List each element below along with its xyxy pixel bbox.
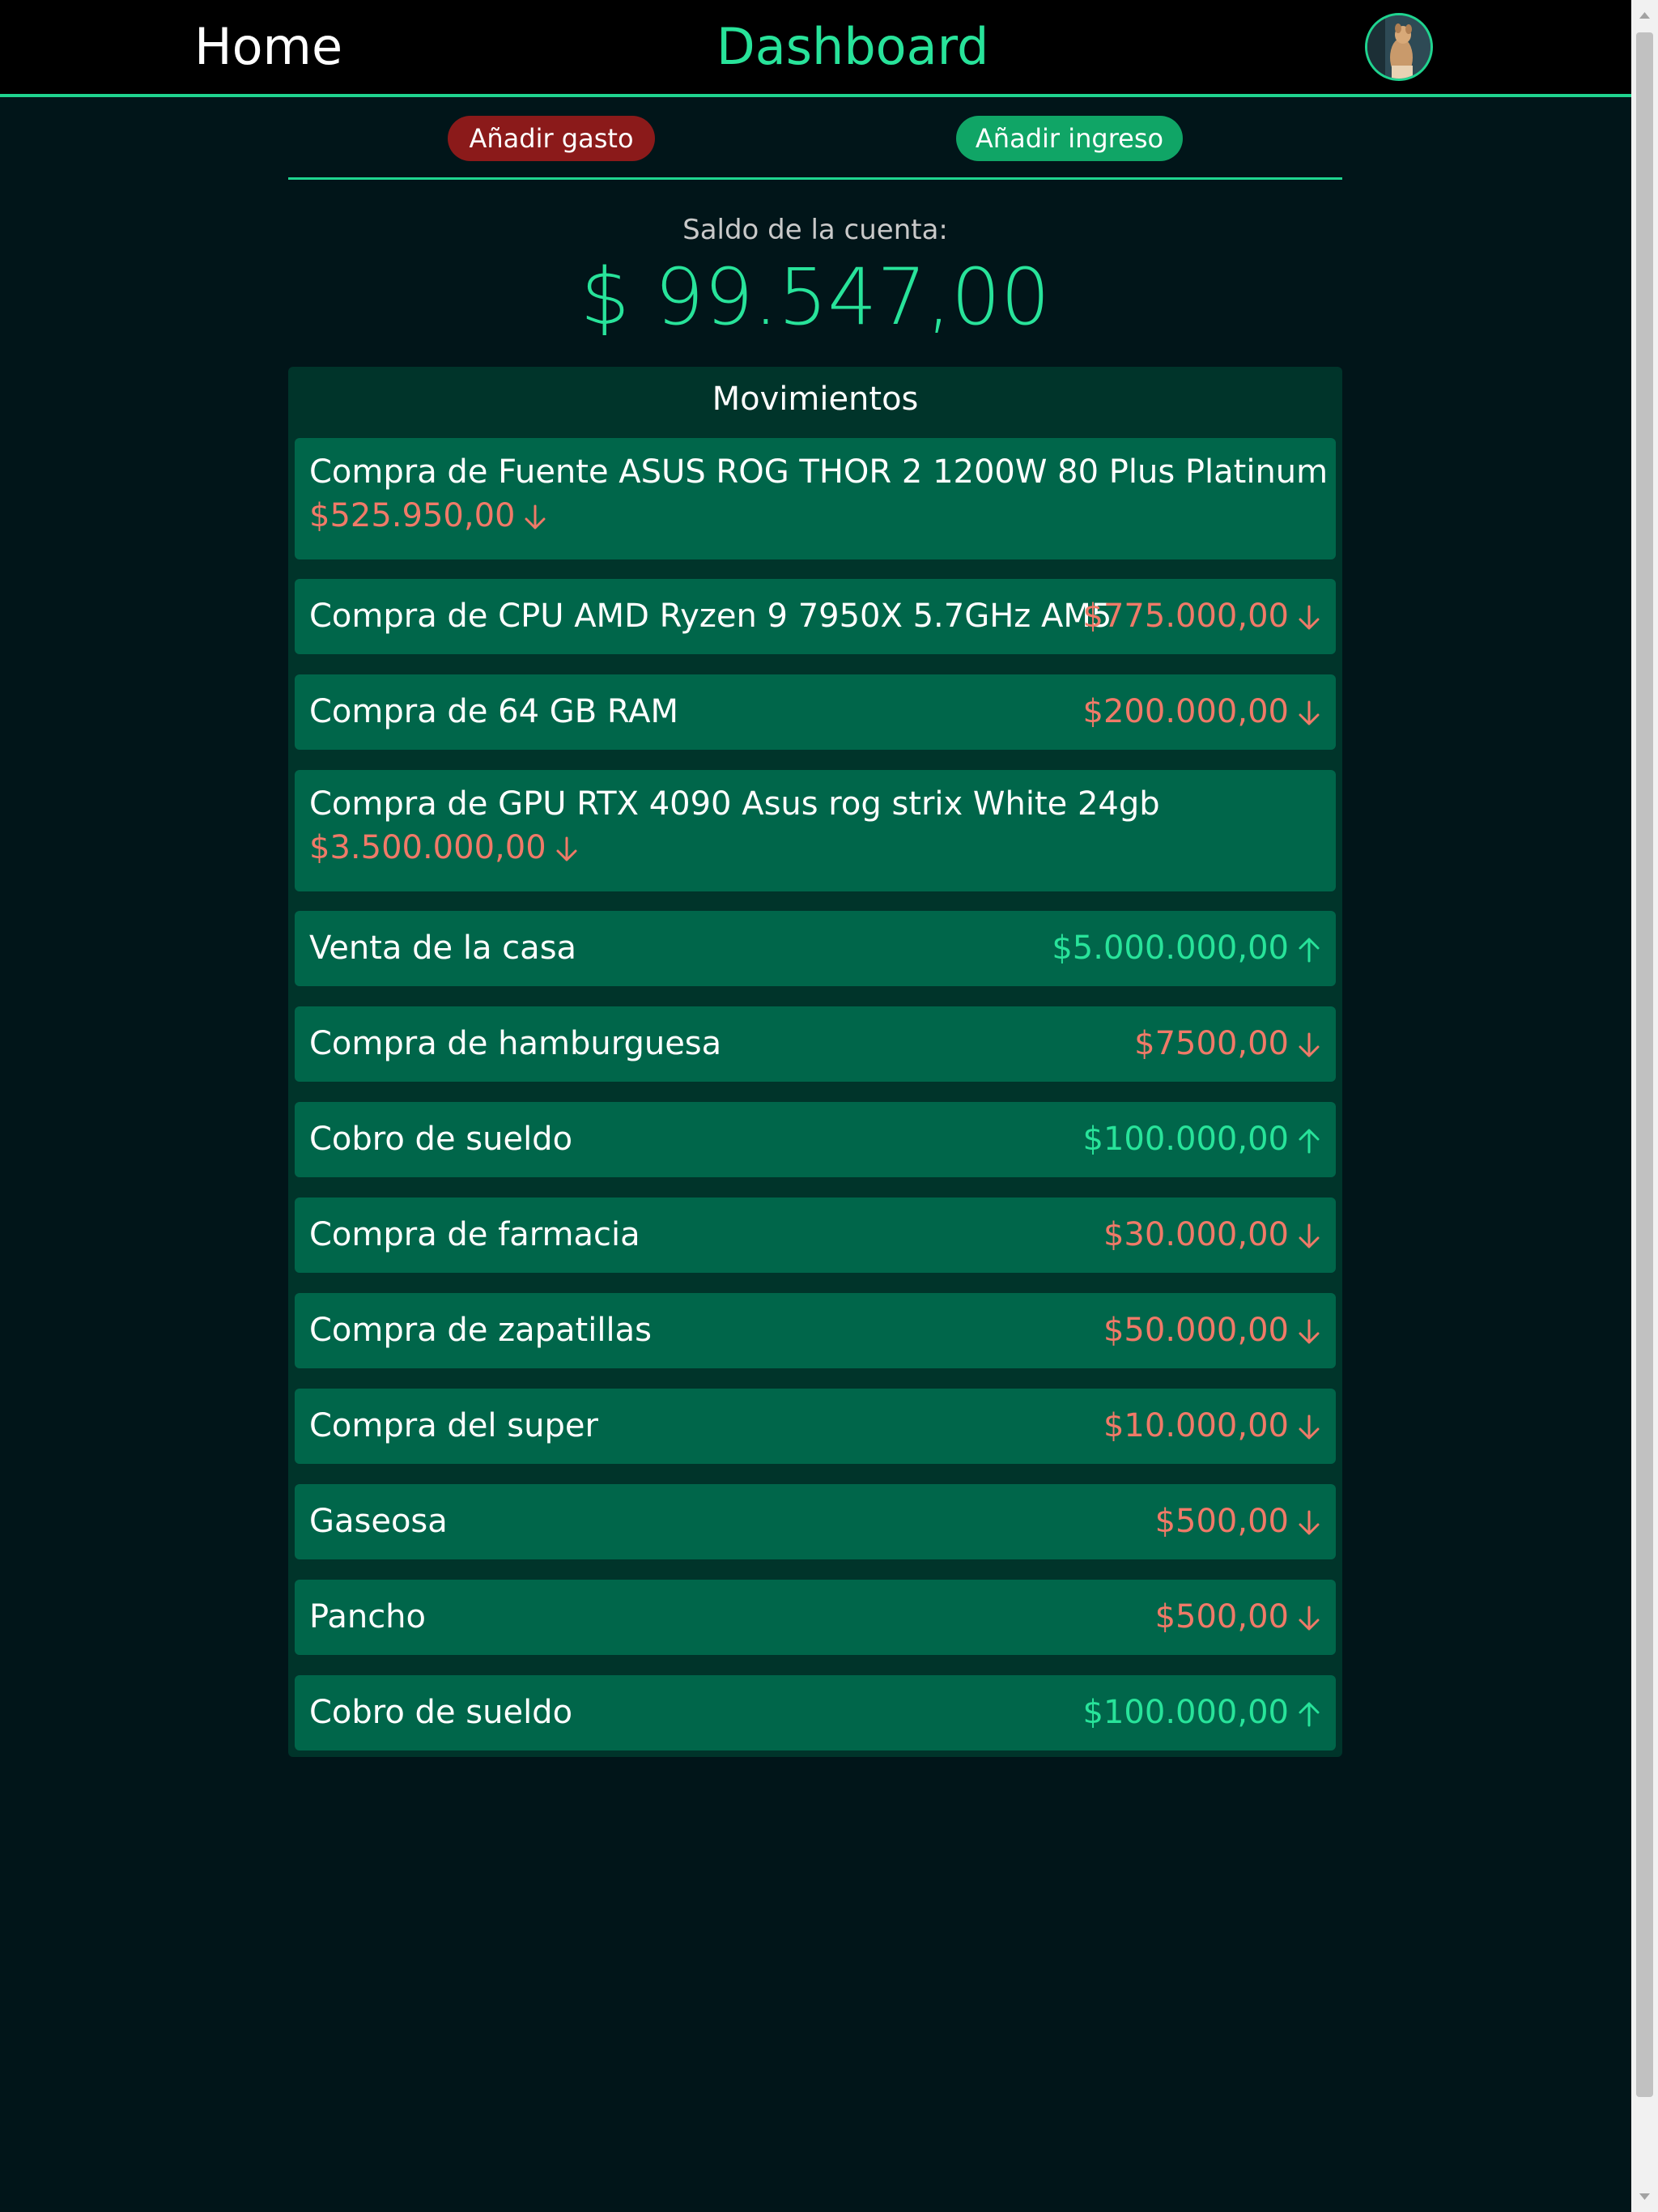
page: Home Dashboard Añadir gasto Añadir ingre… — [0, 0, 1658, 2212]
movements-title: Movimientos — [712, 381, 919, 418]
movement-row[interactable]: Cobro de sueldo $100.000,00 — [295, 1102, 1336, 1177]
movement-description: Cobro de sueldo — [309, 1694, 573, 1731]
user-avatar[interactable] — [1365, 13, 1433, 81]
movement-amount: $5.000.000,00 — [1052, 925, 1321, 971]
movement-row[interactable]: Venta de la casa $5.000.000,00 — [295, 911, 1336, 986]
avatar-dog-photo — [1367, 15, 1431, 79]
arrow-down-icon — [555, 836, 579, 863]
arrow-down-icon — [1297, 1509, 1321, 1537]
arrow-down-icon — [1297, 1032, 1321, 1059]
movement-row[interactable]: Compra de Fuente ASUS ROG THOR 2 1200W 8… — [295, 438, 1336, 559]
movement-amount: $200.000,00 — [1083, 689, 1321, 734]
movement-description: Gaseosa — [309, 1503, 448, 1540]
scroll-thumb[interactable] — [1636, 32, 1653, 2097]
add-income-button[interactable]: Añadir ingreso — [956, 116, 1183, 161]
movement-amount: $100.000,00 — [1083, 1117, 1321, 1162]
add-expense-button[interactable]: Añadir gasto — [448, 116, 655, 161]
movement-row[interactable]: Compra del super $10.000,00 — [295, 1389, 1336, 1464]
scroll-up-icon[interactable] — [1631, 3, 1658, 28]
top-navbar: Home Dashboard — [0, 0, 1631, 97]
movement-row[interactable]: Pancho $500,00 — [295, 1580, 1336, 1655]
arrow-down-icon — [523, 504, 547, 531]
movement-row[interactable]: Compra de CPU AMD Ryzen 9 7950X 5.7GHz A… — [295, 579, 1336, 654]
balance-amount: $ 99.547,00 — [580, 252, 1051, 342]
movement-description: Pancho — [309, 1598, 427, 1636]
arrow-down-icon — [1297, 1414, 1321, 1441]
arrow-down-icon — [1297, 700, 1321, 727]
arrow-down-icon — [1297, 1605, 1321, 1632]
movement-description: Cobro de sueldo — [309, 1121, 573, 1158]
movement-row[interactable]: Compra de GPU RTX 4090 Asus rog strix Wh… — [295, 770, 1336, 891]
movement-row[interactable]: Cobro de sueldo $100.000,00 — [295, 1675, 1336, 1750]
arrow-down-icon — [1297, 604, 1321, 632]
arrow-up-icon — [1297, 1127, 1321, 1155]
nav-home-link[interactable]: Home — [194, 15, 342, 79]
movement-description: Compra de hamburguesa — [309, 1025, 722, 1062]
movement-row[interactable]: Gaseosa $500,00 — [295, 1484, 1336, 1559]
movement-description: Compra de GPU RTX 4090 Asus rog strix Wh… — [309, 785, 1160, 823]
movement-amount: $100.000,00 — [1083, 1690, 1321, 1735]
arrow-down-icon — [1297, 1223, 1321, 1250]
movement-amount: $50.000,00 — [1103, 1308, 1321, 1353]
movement-amount: $525.950,00 — [309, 493, 547, 538]
vertical-scrollbar[interactable] — [1631, 0, 1658, 2212]
movement-description: Compra de farmacia — [309, 1216, 640, 1253]
nav-dashboard-title: Dashboard — [716, 17, 989, 76]
arrow-up-icon — [1297, 1700, 1321, 1728]
movement-amount: $775.000,00 — [1083, 593, 1321, 639]
movement-amount: $30.000,00 — [1103, 1212, 1321, 1257]
movement-description: Compra de 64 GB RAM — [309, 693, 678, 730]
movement-row[interactable]: Compra de hamburguesa $7500,00 — [295, 1006, 1336, 1082]
movements-panel: Movimientos Compra de Fuente ASUS ROG TH… — [288, 367, 1342, 1757]
action-bar: Añadir gasto Añadir ingreso — [288, 99, 1342, 180]
movement-row[interactable]: Compra de zapatillas $50.000,00 — [295, 1293, 1336, 1368]
movement-amount: $7500,00 — [1134, 1021, 1321, 1066]
movement-description: Compra de Fuente ASUS ROG THOR 2 1200W 8… — [309, 453, 1329, 491]
movement-description: Compra de CPU AMD Ryzen 9 7950X 5.7GHz A… — [309, 598, 1112, 635]
movement-description: Compra de zapatillas — [309, 1312, 652, 1349]
balance-label: Saldo de la cuenta: — [682, 214, 948, 246]
movement-row[interactable]: Compra de farmacia $30.000,00 — [295, 1197, 1336, 1273]
movement-amount: $3.500.000,00 — [309, 825, 579, 870]
arrow-up-icon — [1297, 936, 1321, 963]
movement-amount: $500,00 — [1155, 1594, 1321, 1640]
movement-description: Venta de la casa — [309, 929, 577, 967]
movement-row[interactable]: Compra de 64 GB RAM $200.000,00 — [295, 674, 1336, 750]
movement-amount: $10.000,00 — [1103, 1403, 1321, 1448]
arrow-down-icon — [1297, 1318, 1321, 1346]
movement-description: Compra del super — [309, 1407, 598, 1444]
movement-amount: $500,00 — [1155, 1499, 1321, 1544]
scroll-down-icon[interactable] — [1631, 2184, 1658, 2209]
